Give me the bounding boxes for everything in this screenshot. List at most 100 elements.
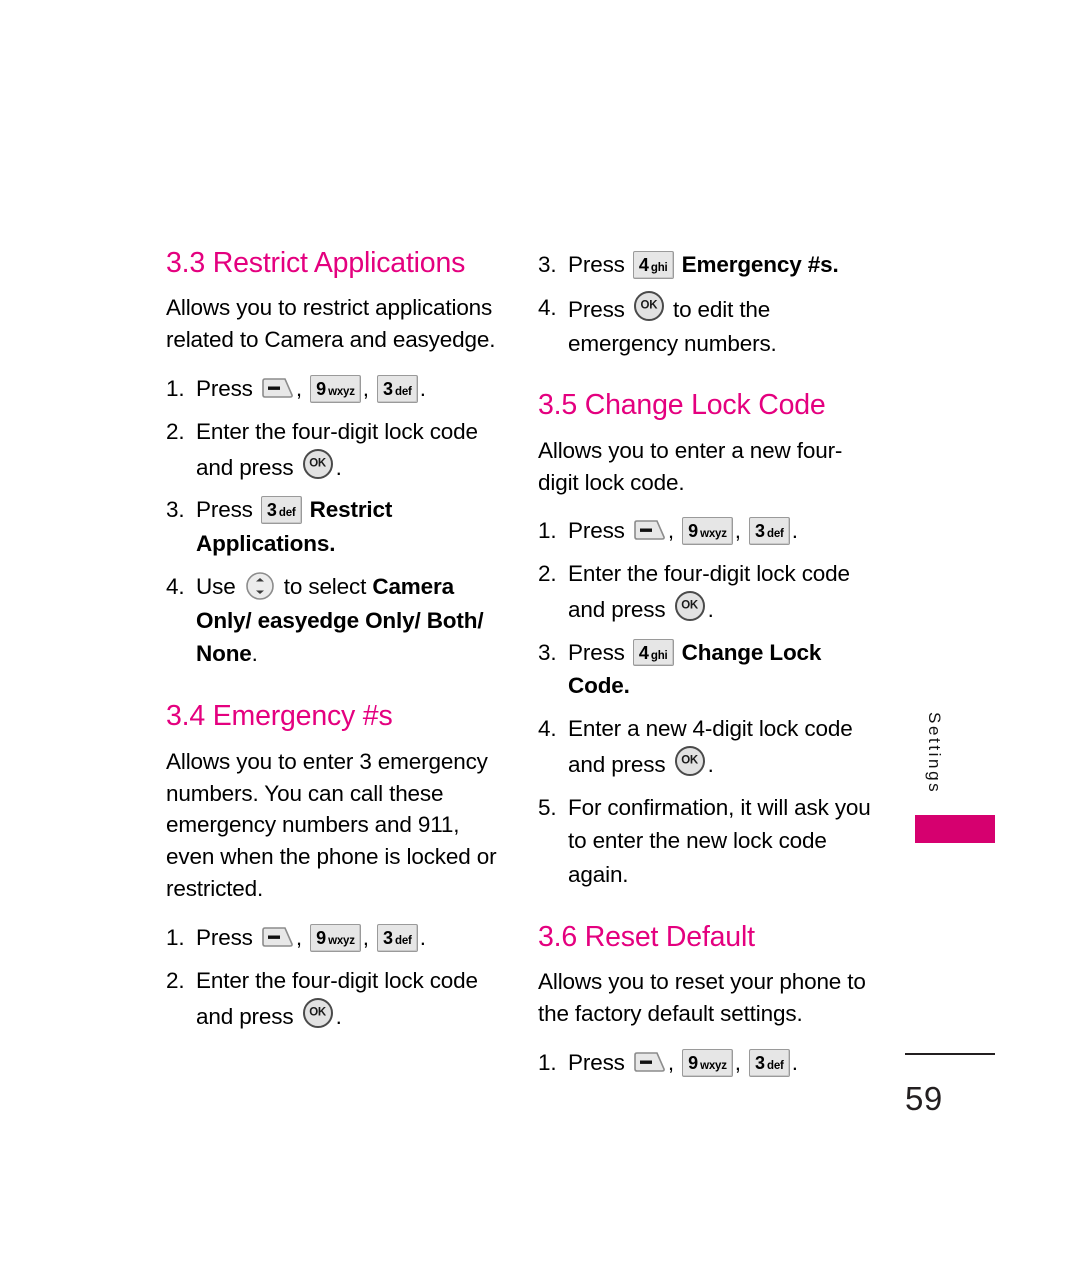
key-letters: def	[395, 386, 412, 399]
step-number: 1.	[166, 376, 185, 402]
key-letters: def	[767, 1060, 784, 1073]
ok-key-icon: OK	[674, 590, 705, 621]
step-item: 2. Enter the four-digit lock code and pr…	[166, 415, 506, 485]
comma-sep: ,	[734, 518, 741, 544]
ok-key-label: OK	[640, 299, 658, 311]
key-9-icon: 9 wxyz	[310, 375, 361, 403]
step-text-end: .	[335, 454, 342, 480]
section-heading-3-4: 3.4 Emergency #s	[166, 700, 393, 733]
steps-list-3-6: 1. Press , 9 wxyz, 3 def.	[538, 1046, 878, 1080]
section-heading-3-3: 3.3 Restrict Applications	[166, 247, 466, 279]
step-text-end: .	[832, 252, 839, 277]
steps-list-3-3: 1. Press , 9 wxyz, 3 def. 2. Enter the fou…	[166, 372, 506, 671]
footer-divider	[905, 1053, 995, 1055]
comma-sep: ,	[362, 925, 369, 951]
ok-key-label: OK	[309, 1006, 326, 1018]
step-text-end: .	[707, 751, 714, 777]
key-3-icon: 3 def	[749, 1049, 790, 1077]
step-item: 3. Press 4 ghi Emergency #s.	[538, 248, 878, 282]
step-text-end: .	[329, 531, 336, 557]
key-digit: 3	[383, 379, 394, 400]
step-number: 4.	[166, 573, 185, 599]
step-text: Press	[568, 296, 625, 322]
step-text-end: .	[623, 673, 630, 699]
step-text: Press	[568, 518, 625, 544]
step-text: Press	[568, 639, 625, 665]
key-3-icon: 3 def	[260, 496, 302, 524]
ok-key-icon: OK	[633, 290, 664, 321]
navigation-pad-icon	[245, 571, 275, 601]
key-letters: def	[767, 528, 784, 541]
key-3-icon: 3 def	[377, 375, 418, 403]
step-text: For confirmation, it will ask you to ent…	[568, 794, 871, 888]
clear-key-icon	[633, 1051, 666, 1073]
key-9-icon: 9 wxyz	[682, 1049, 733, 1077]
step-number: 3.	[538, 252, 557, 277]
steps-list-3-5: 1. Press , 9 wxyz, 3 def. 2. Enter the fou…	[538, 514, 878, 892]
step-text-end: .	[791, 518, 798, 544]
step-number: 3.	[538, 639, 557, 665]
step-number: 1.	[538, 518, 557, 544]
manual-page: 3.3 Restrict Applications Allows you to …	[0, 0, 1080, 1270]
ok-key-label: OK	[309, 456, 326, 469]
section-intro-3-6: Allows you to reset your phone to the fa…	[538, 969, 866, 1027]
step-text-end: .	[335, 1003, 342, 1029]
ok-key-icon: OK	[302, 448, 333, 479]
ok-key-label: OK	[681, 599, 698, 612]
step-number: 3.	[166, 497, 185, 523]
key-3-icon: 3 def	[377, 924, 418, 952]
step-item: 1. Press , 9 wxyz, 3 def.	[538, 514, 878, 548]
step-item: 4. Press OK to edit the emergency number…	[538, 290, 878, 361]
step-number: 5.	[538, 794, 557, 820]
section-heading-3-5: 3.5 Change Lock Code	[538, 389, 826, 422]
step-text: Press	[196, 497, 253, 523]
comma-sep: ,	[362, 376, 369, 402]
key-4-icon: 4 ghi	[632, 251, 674, 279]
step-number: 1.	[166, 925, 185, 951]
steps-list-continued-3-4: 3. Press 4 ghi Emergency #s. 4. Press OK …	[538, 248, 878, 360]
comma-sep: ,	[667, 1050, 674, 1076]
step-text: Press	[196, 376, 253, 402]
steps-list-3-4: 1. Press , 9 wxyz, 3 def. 2. Enter the fou…	[166, 921, 506, 1033]
clear-key-icon	[261, 926, 294, 948]
step-text: Press	[568, 1050, 625, 1076]
step-text-end: .	[791, 1050, 798, 1076]
right-column: 3. Press 4 ghi Emergency #s. 4. Press OK …	[538, 248, 878, 1089]
step-number: 4.	[538, 716, 557, 742]
step-item: 2. Enter the four-digit lock code and pr…	[538, 557, 878, 627]
section-heading-3-6: 3.6 Reset Default	[538, 920, 755, 953]
comma-sep: ,	[734, 1050, 741, 1076]
key-digit: 3	[755, 1053, 766, 1074]
section-intro-3-5: Allows you to enter a new four-digit loc…	[538, 437, 843, 495]
key-letters: def	[278, 507, 296, 520]
step-text-end: .	[251, 641, 258, 667]
step-text-end: .	[419, 376, 426, 402]
key-digit: 4	[638, 642, 649, 663]
comma-sep: ,	[295, 925, 302, 951]
step-item: 4. Use to select Camera Only/ easyedge O…	[166, 570, 506, 671]
ok-key-icon: OK	[674, 745, 705, 776]
key-4-icon: 4 ghi	[632, 638, 674, 667]
ok-key-label: OK	[681, 754, 698, 767]
side-tab-label: Settings	[925, 712, 944, 795]
key-digit: 9	[688, 521, 699, 542]
step-text: Use	[196, 573, 236, 599]
step-number: 4.	[538, 294, 557, 320]
step-text-end: .	[419, 925, 426, 951]
key-letters: ghi	[650, 262, 668, 274]
clear-key-icon	[633, 519, 666, 541]
key-letters: wxyz	[700, 1060, 727, 1073]
key-digit: 9	[688, 1053, 699, 1074]
step-item: 1. Press , 9 wxyz, 3 def.	[166, 921, 506, 955]
step-text-end: .	[707, 596, 714, 622]
step-item: 3. Press 3 def Restrict Applications.	[166, 493, 506, 561]
key-letters: def	[395, 935, 412, 948]
page-number: 59	[905, 1080, 943, 1117]
left-column: 3.3 Restrict Applications Allows you to …	[166, 247, 506, 1043]
key-letters: wxyz	[328, 935, 355, 948]
step-number: 2.	[166, 968, 185, 993]
step-emphasis: Emergency #s	[681, 252, 833, 277]
ok-key-icon: OK	[302, 997, 333, 1028]
step-number: 2.	[538, 561, 557, 587]
section-intro-3-4: Allows you to enter 3 emergency numbers.…	[166, 748, 497, 902]
